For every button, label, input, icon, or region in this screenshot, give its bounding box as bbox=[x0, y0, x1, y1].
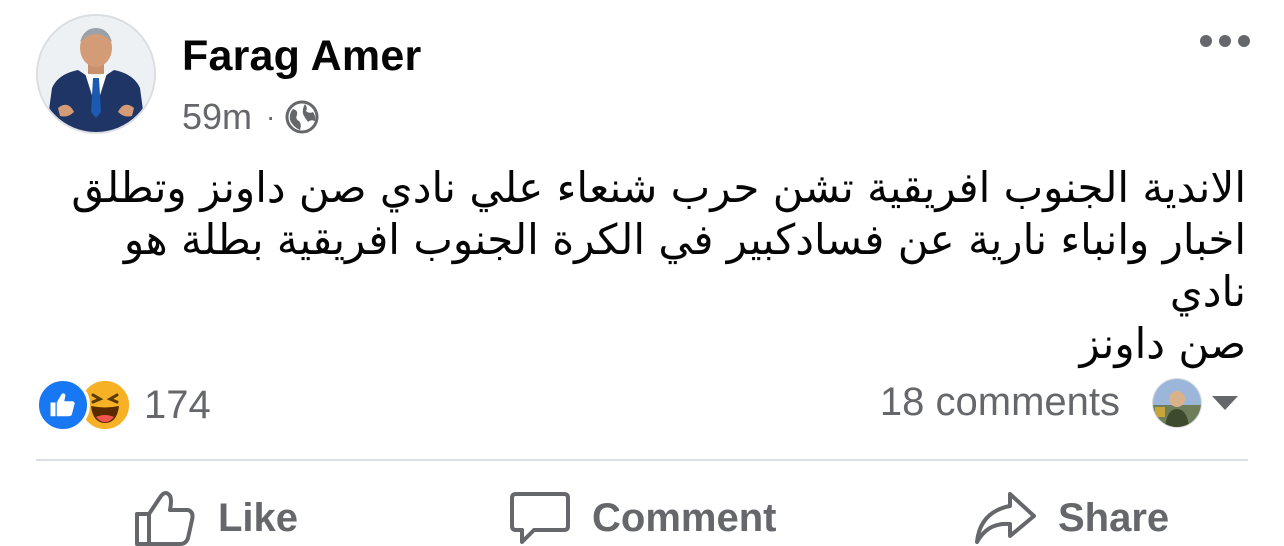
post-meta: 59m · bbox=[182, 96, 319, 138]
viewer-avatar[interactable] bbox=[1152, 378, 1202, 428]
comment-label: Comment bbox=[592, 495, 777, 540]
viewer-photo bbox=[1153, 379, 1201, 427]
comments-count[interactable]: 18 comments bbox=[880, 380, 1120, 425]
meta-separator: · bbox=[266, 101, 276, 132]
globe-icon bbox=[285, 100, 319, 134]
share-icon bbox=[975, 492, 1036, 544]
comment-icon bbox=[510, 492, 570, 544]
like-button[interactable]: Like bbox=[134, 490, 298, 546]
author-avatar[interactable] bbox=[36, 14, 156, 134]
more-dot bbox=[1238, 35, 1250, 47]
more-dot bbox=[1200, 35, 1212, 47]
reactions-summary[interactable]: 174 bbox=[36, 378, 211, 432]
share-label: Share bbox=[1058, 495, 1170, 540]
like-icon bbox=[135, 491, 195, 546]
post-text: الاندية الجنوب افريقية تشن حرب شنعاء علي… bbox=[71, 163, 1246, 368]
share-button[interactable]: Share bbox=[974, 490, 1169, 546]
comment-button[interactable]: Comment bbox=[510, 490, 776, 546]
reaction-count: 174 bbox=[144, 382, 211, 427]
author-name[interactable]: Farag Amer bbox=[182, 32, 421, 81]
avatar-portrait bbox=[38, 16, 154, 132]
like-label: Like bbox=[218, 495, 299, 540]
more-options-icon[interactable] bbox=[1200, 35, 1250, 47]
chevron-down-icon[interactable] bbox=[1212, 396, 1238, 410]
post-timestamp[interactable]: 59m bbox=[182, 96, 252, 138]
like-reaction-icon bbox=[36, 378, 90, 432]
divider bbox=[36, 459, 1248, 461]
more-dot bbox=[1219, 35, 1231, 47]
